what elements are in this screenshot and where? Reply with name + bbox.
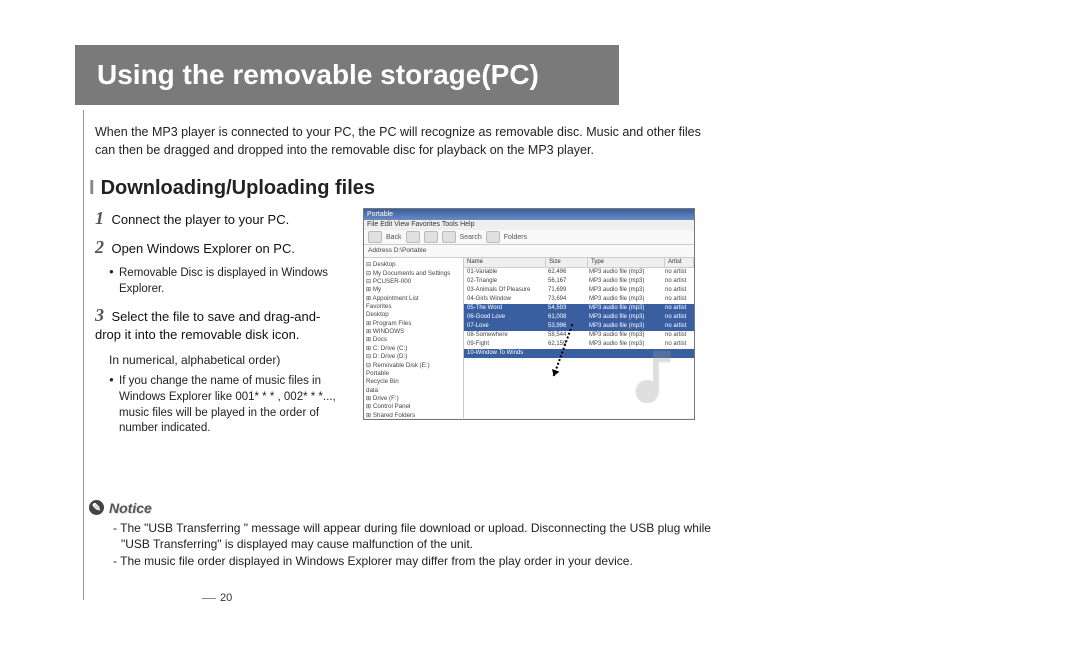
- explorer-screenshot: Portable File Edit View Favorites Tools …: [363, 208, 695, 420]
- step-number: 2: [95, 237, 104, 257]
- tree-item: ⊞ My: [366, 286, 461, 294]
- heading-bar-icon: I: [89, 177, 95, 200]
- tree-item: ⊞ Docs: [366, 336, 461, 344]
- address-label: Address: [368, 247, 392, 254]
- page-number: 20: [202, 592, 232, 604]
- file-row: 02-Triangle56,167MP3 audio file (mp3)no …: [464, 277, 694, 286]
- file-row: 07-Love53,996MP3 audio file (mp3)no arti…: [464, 322, 694, 331]
- notice-item: - The music file order displayed in Wind…: [113, 553, 711, 570]
- tree-item: ⊞ Control Panel: [366, 403, 461, 411]
- file-row: 05-The Word54,593MP3 audio file (mp3)no …: [464, 304, 694, 313]
- file-row: 01-Variable62,496MP3 audio file (mp3)no …: [464, 268, 694, 277]
- search-button-icon: [442, 231, 456, 243]
- section-heading: I Downloading/Uploading files: [89, 177, 1005, 200]
- step-text: Open Windows Explorer on PC.: [111, 241, 295, 256]
- tree-item: data: [366, 387, 461, 395]
- search-label: Search: [460, 234, 482, 241]
- col-type: Type: [588, 258, 665, 267]
- section-heading-text: Downloading/Uploading files: [101, 177, 375, 200]
- tree-item: ⊞ Appointment List: [366, 295, 461, 303]
- step-number: 3: [95, 305, 104, 325]
- window-titlebar: Portable: [364, 209, 694, 220]
- tree-item: Portable: [366, 370, 461, 378]
- music-note-icon: [618, 342, 688, 412]
- file-row: 06-Good Love61,008MP3 audio file (mp3)no…: [464, 313, 694, 322]
- tree-item: ⊟ Removable Disk (E:): [366, 362, 461, 370]
- tree-item: ⊞ Drive (F:): [366, 395, 461, 403]
- folders-label: Folders: [504, 234, 527, 241]
- page-title: Using the removable storage(PC): [75, 45, 619, 105]
- steps-column: 1 Connect the player to your PC. 2 Open …: [95, 208, 345, 444]
- file-row: 04-Girls Window73,694MP3 audio file (mp3…: [464, 295, 694, 304]
- file-list: Name Size Type Artist 01-Variable62,496M…: [464, 258, 694, 418]
- intro-text: When the MP3 player is connected to your…: [95, 123, 715, 159]
- file-row: 03-Animals Of Pleasure71,699MP3 audio fi…: [464, 286, 694, 295]
- col-artist: Artist: [665, 258, 694, 267]
- notice-item: - The "USB Transferring " message will a…: [113, 520, 711, 554]
- tree-item: ⊟ Desktop: [366, 261, 461, 269]
- folder-tree: ⊟ Desktop ⊟ My Documents and Settings ⊟ …: [364, 258, 464, 418]
- toolbar: Back Search Folders: [364, 230, 694, 245]
- notice-label: Notice: [109, 500, 152, 516]
- notice-section: ✎ Notice - The "USB Transferring " messa…: [89, 500, 1005, 570]
- notice-icon: ✎: [89, 500, 104, 515]
- step-3: 3 Select the file to save and drag-and-d…: [95, 305, 345, 344]
- tree-item: ⊟ My Documents and Settings: [366, 270, 461, 278]
- up-button-icon: [424, 231, 438, 243]
- step-1: 1 Connect the player to your PC.: [95, 208, 345, 229]
- address-value: D:\Portable: [394, 247, 427, 254]
- step-3-bullet: If you change the name of music files in…: [109, 374, 345, 436]
- tree-item: ⊞ Shared Folders: [366, 412, 461, 420]
- tree-item: ⊞ WINDOWS: [366, 328, 461, 336]
- step-2: 2 Open Windows Explorer on PC.: [95, 237, 345, 258]
- column-headers: Name Size Type Artist: [464, 258, 694, 268]
- col-size: Size: [546, 258, 588, 267]
- file-row: 08-Somewhere58,544MP3 audio file (mp3)no…: [464, 331, 694, 340]
- menu-bar: File Edit View Favorites Tools Help: [364, 220, 694, 230]
- tree-item: Favorites: [366, 303, 461, 311]
- back-label: Back: [386, 234, 402, 241]
- tree-item: ⊟ PCUSER-000: [366, 278, 461, 286]
- step-text: Connect the player to your PC.: [111, 212, 289, 227]
- step-3-sub: In numerical, alphabetical order): [109, 352, 345, 368]
- manual-page: Using the removable storage(PC) When the…: [75, 45, 1005, 570]
- forward-button-icon: [406, 231, 420, 243]
- folders-button-icon: [486, 231, 500, 243]
- step-text: Select the file to save and drag-and-dro…: [95, 309, 320, 342]
- col-name: Name: [464, 258, 546, 267]
- step-2-bullet: Removable Disc is displayed in Windows E…: [109, 266, 345, 297]
- back-button-icon: [368, 231, 382, 243]
- step-number: 1: [95, 208, 104, 228]
- tree-item: Recycle Bin: [366, 378, 461, 386]
- address-bar: Address D:\Portable: [364, 245, 694, 258]
- tree-item: Desktop: [366, 311, 461, 319]
- tree-item: ⊟ D: Drive (D:): [366, 353, 461, 361]
- tree-item: ⊞ Program Files: [366, 320, 461, 328]
- tree-item: ⊞ C: Drive (C:): [366, 345, 461, 353]
